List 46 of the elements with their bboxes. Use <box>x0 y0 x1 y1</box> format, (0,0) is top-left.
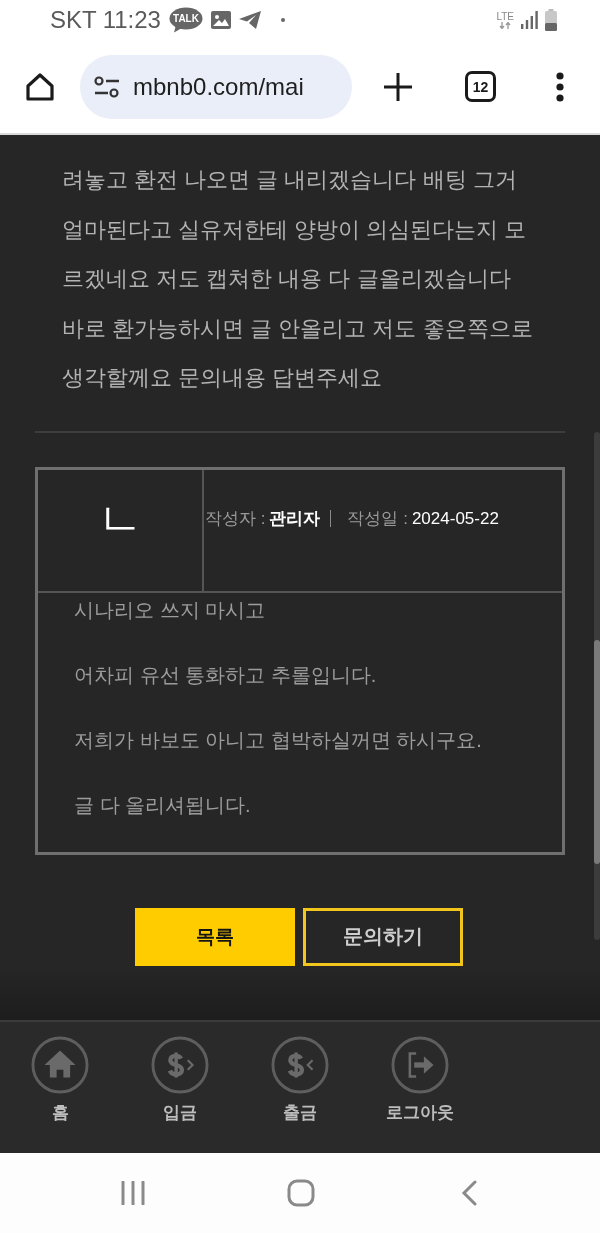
image-icon <box>210 11 231 29</box>
date-value: 2024-05-22 <box>411 508 499 529</box>
nav-item[interactable]: 홈 <box>0 1022 120 1134</box>
battery-icon <box>545 9 557 31</box>
recent-apps-button[interactable] <box>119 1179 147 1207</box>
dot-icon <box>280 18 285 22</box>
dollar-chevron-right-icon <box>151 1036 209 1094</box>
dollar-chevron-left-icon <box>271 1036 329 1094</box>
paper-plane-icon <box>238 11 261 29</box>
post-body-text: 려놓고 환전 나오면 글 내리겠습니다 배팅 그거 얼마된다고 실유저한테 양방이 의심된다는지 모 르겠네요 저도 캡쳐한 내용 다 글올리겠습니다 바로 환가능하시면 글 안올리고 저도 좋은쪽으로 생각할께요 문의내용 답변주세요 <box>62 166 534 392</box>
reply-marker: ㄴ <box>97 495 143 542</box>
home-icon <box>31 1036 89 1094</box>
reply-text: 어차피 유선 통화하고 추롤입니다. <box>74 662 378 688</box>
nav-item[interactable]: 입금 <box>120 1022 240 1134</box>
chat-bubble-icon: TALK <box>168 7 203 33</box>
date-label: 작성일 : <box>347 508 408 530</box>
carrier-name: SKT <box>50 6 97 34</box>
author-label: 작성자 : <box>205 508 266 530</box>
plus-icon <box>384 72 412 101</box>
scrollbar-thumb[interactable] <box>594 640 600 864</box>
site-settings-icon[interactable] <box>94 75 120 98</box>
clock-time: 11:23 <box>102 6 161 34</box>
author-name: 관리자 <box>269 508 321 530</box>
logout-icon <box>391 1036 449 1094</box>
inquiry-button[interactable]: 문의하기 <box>303 907 463 966</box>
address-bar[interactable]: mbnb0.com/mai <box>80 54 352 119</box>
recent-apps-icon <box>121 1181 145 1205</box>
tab-switcher-button[interactable]: 12 <box>465 71 496 102</box>
reply-text: 저희가 바보도 아니고 협박하실꺼면 하시구요. <box>74 727 483 753</box>
reply-text: 글 다 올리셔됩니다. <box>74 792 252 818</box>
home-icon <box>25 71 55 102</box>
list-button[interactable]: 목록 <box>135 907 295 966</box>
reply-text: 시나리오 쓰지 마시고 <box>74 597 267 623</box>
back-icon <box>461 1180 477 1206</box>
network-type-label: LTE <box>496 11 514 22</box>
url-text: mbnb0.com/mai <box>133 72 304 101</box>
rounded-square-icon <box>287 1179 315 1207</box>
data-arrows-icon <box>499 21 512 29</box>
new-tab-button[interactable] <box>384 72 412 101</box>
home-nav-button[interactable] <box>287 1179 315 1207</box>
signal-icon <box>521 11 538 29</box>
menu-button[interactable] <box>556 71 564 102</box>
nav-item[interactable]: 로그아웃 <box>360 1022 480 1134</box>
nav-item[interactable]: 출금 <box>240 1022 360 1134</box>
home-button[interactable] <box>25 71 55 102</box>
menu-icon <box>556 71 564 102</box>
